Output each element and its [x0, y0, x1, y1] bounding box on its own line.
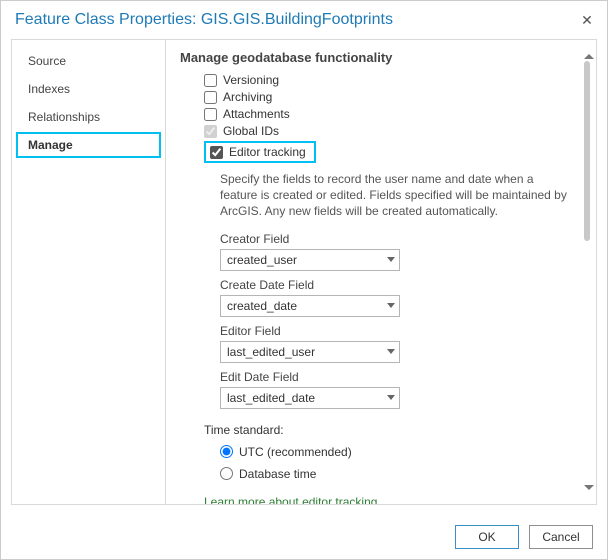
sidebar-item-source[interactable]: Source [16, 48, 161, 74]
scrollbar[interactable] [582, 40, 596, 504]
close-icon[interactable]: ✕ [579, 12, 595, 28]
sidebar-item-manage[interactable]: Manage [16, 132, 161, 158]
checkbox-global-ids-label: Global IDs [223, 124, 279, 138]
time-standard-section: Time standard: UTC (recommended) Databas… [180, 423, 576, 481]
checkbox-versioning-label: Versioning [223, 73, 279, 87]
checkbox-attachments-label: Attachments [223, 107, 290, 121]
checkbox-versioning-input[interactable] [204, 74, 217, 87]
create-date-field-label: Create Date Field [220, 278, 576, 292]
titlebar: Feature Class Properties: GIS.GIS.Buildi… [1, 1, 607, 35]
sidebar: Source Indexes Relationships Manage [11, 39, 166, 505]
chevron-down-icon[interactable] [584, 485, 594, 490]
window-title: Feature Class Properties: GIS.GIS.Buildi… [15, 11, 393, 29]
options-group: Versioning Archiving Attachments Global … [180, 73, 576, 163]
chevron-down-icon [387, 257, 395, 262]
checkbox-archiving[interactable]: Archiving [204, 90, 576, 104]
panel-wrapper: Manage geodatabase functionality Version… [166, 39, 597, 505]
manage-panel: Manage geodatabase functionality Version… [166, 40, 582, 504]
checkbox-global-ids-input [204, 125, 217, 138]
create-date-field-combo[interactable]: created_date [220, 295, 400, 317]
editor-field-combo[interactable]: last_edited_user [220, 341, 400, 363]
chevron-up-icon [584, 54, 594, 59]
chevron-down-icon [387, 303, 395, 308]
checkbox-editor-tracking-input[interactable] [210, 146, 223, 159]
checkbox-attachments-input[interactable] [204, 108, 217, 121]
creator-field-label: Creator Field [220, 232, 576, 246]
field-selectors: Creator Field created_user Create Date F… [180, 228, 576, 409]
editor-tracking-description: Specify the fields to record the user na… [180, 167, 576, 228]
time-standard-label: Time standard: [204, 423, 576, 437]
edit-date-field-label: Edit Date Field [220, 370, 576, 384]
radio-db-time-input[interactable] [220, 467, 233, 480]
checkbox-archiving-input[interactable] [204, 91, 217, 104]
panel-heading: Manage geodatabase functionality [180, 50, 576, 65]
cancel-button[interactable]: Cancel [529, 525, 593, 549]
checkbox-editor-tracking-label: Editor tracking [229, 145, 306, 159]
radio-utc-input[interactable] [220, 445, 233, 458]
checkbox-archiving-label: Archiving [223, 90, 272, 104]
dialog-footer: OK Cancel [455, 525, 593, 549]
scroll-thumb[interactable] [584, 61, 590, 241]
chevron-down-icon [387, 349, 395, 354]
radio-utc[interactable]: UTC (recommended) [220, 445, 576, 459]
dialog-body: Source Indexes Relationships Manage Mana… [1, 35, 607, 505]
ok-button[interactable]: OK [455, 525, 519, 549]
learn-more-link[interactable]: Learn more about editor tracking [180, 495, 377, 504]
checkbox-versioning[interactable]: Versioning [204, 73, 576, 87]
radio-db-time[interactable]: Database time [220, 467, 576, 481]
editor-field-value: last_edited_user [227, 345, 315, 359]
scroll-up-region[interactable] [584, 54, 594, 241]
edit-date-field-combo[interactable]: last_edited_date [220, 387, 400, 409]
time-standard-radios: UTC (recommended) Database time [204, 445, 576, 481]
creator-field-value: created_user [227, 253, 297, 267]
sidebar-item-indexes[interactable]: Indexes [16, 76, 161, 102]
checkbox-attachments[interactable]: Attachments [204, 107, 576, 121]
create-date-field-value: created_date [227, 299, 297, 313]
radio-db-time-label: Database time [239, 467, 316, 481]
checkbox-editor-tracking[interactable]: Editor tracking [204, 141, 316, 163]
radio-utc-label: UTC (recommended) [239, 445, 352, 459]
checkbox-global-ids: Global IDs [204, 124, 576, 138]
editor-field-label: Editor Field [220, 324, 576, 338]
creator-field-combo[interactable]: created_user [220, 249, 400, 271]
chevron-down-icon [387, 395, 395, 400]
edit-date-field-value: last_edited_date [227, 391, 315, 405]
sidebar-item-relationships[interactable]: Relationships [16, 104, 161, 130]
